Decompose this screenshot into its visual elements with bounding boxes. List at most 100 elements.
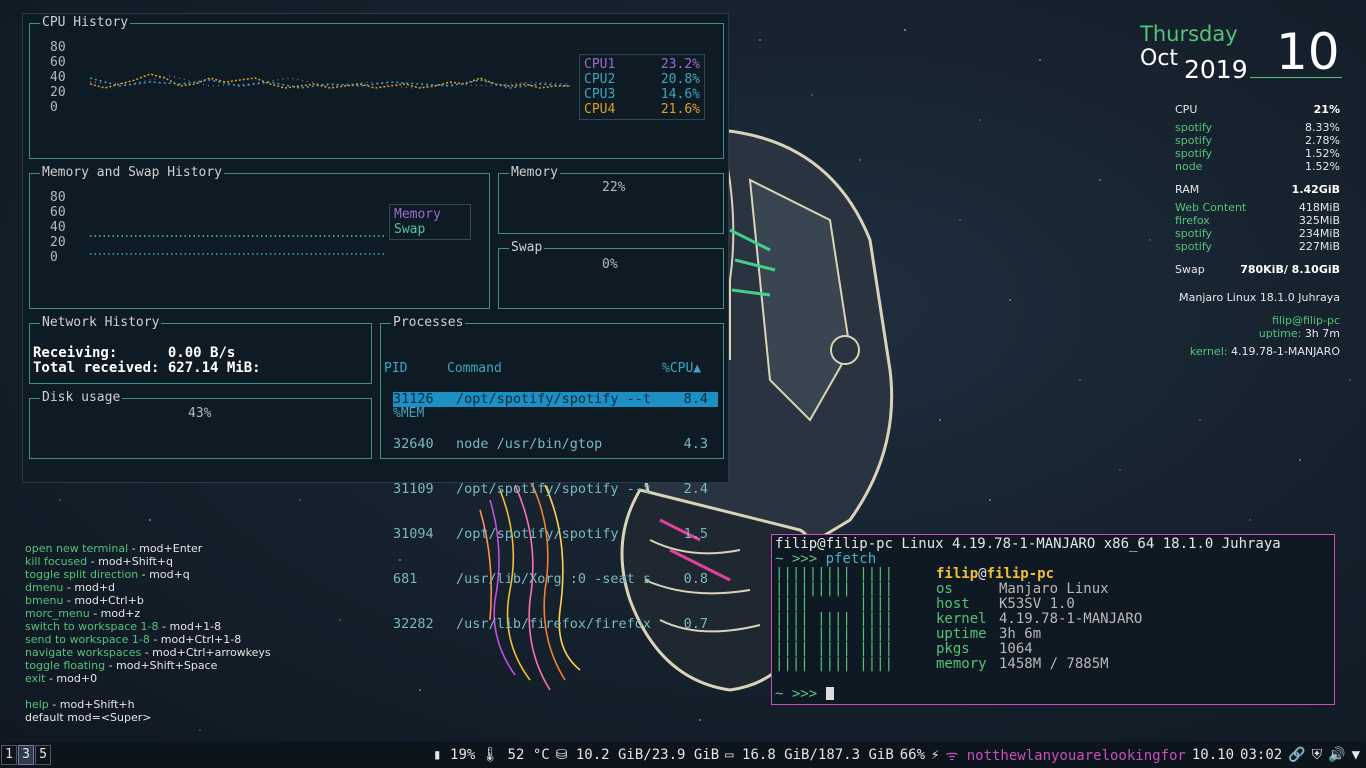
total-received-label: Total received: — [33, 360, 160, 376]
workspace-button-active[interactable]: 3 — [18, 745, 34, 765]
help-line: send to workspace 1-8 - mod+Ctrl+1-8 — [25, 633, 242, 646]
help-line: morc_menu - mod+z — [25, 607, 141, 620]
help-line: exit - mod+0 — [25, 672, 98, 685]
process-row[interactable]: 31094/opt/spotify/spotify 1.5 — [393, 527, 718, 542]
conky-cpu-row: CPU 21% — [1175, 103, 1340, 116]
pfetch-output: ||||||||| |||| ||||||||| |||| |||| |||| … — [775, 567, 1331, 672]
conky-user-host: filip@filip-pc — [1271, 314, 1340, 327]
speaker-icon[interactable]: 🔊 — [1328, 747, 1345, 763]
memory-swap-history-panel: Memory and Swap History 80 60 40 20 0 Memory… — [29, 165, 490, 309]
conky-swap-row: Swap 780KiB/ 8.10GiB — [1175, 263, 1340, 276]
pfetch-user-host: filip@filip-pc — [936, 566, 1055, 582]
conky-cpu-proc: spotify 2.78% — [1175, 134, 1340, 147]
gtop-window[interactable]: CPU History 80 60 40 20 0 CPU1 23.2% CPU2 20.8… — [22, 13, 729, 632]
conky-year: 2019 — [1184, 55, 1248, 84]
swap-title: Swap — [509, 240, 545, 256]
cpu1-legend: CPU1 23.2% — [584, 57, 700, 72]
terminal-cursor — [825, 687, 834, 700]
conky-kernel: kernel: 4.19.78-1-MANJARO — [1189, 345, 1340, 358]
help-line: help - mod+Shift+h — [25, 698, 135, 711]
network-title: Network History — [40, 315, 162, 331]
power-icon[interactable]: ⚡ — [931, 747, 939, 763]
memory-panel: Memory 22% — [498, 165, 724, 234]
disk-icon: ▭ — [725, 747, 734, 763]
shield-icon[interactable]: ⛨ — [1312, 747, 1323, 763]
disk-percent: 43% — [188, 406, 212, 421]
receiving-value: 0.00 B/s — [167, 345, 236, 361]
conky-cpu-proc: node 1.52% — [1175, 160, 1340, 173]
memory-icon: ⛁ — [555, 747, 568, 763]
terminal-window[interactable]: filip@filip-pc Linux 4.19.78-1-MANJARO x… — [771, 534, 1335, 705]
terminal-command-line: ~ >>> pfetch — [775, 551, 877, 567]
memory-legend: Memory — [394, 207, 441, 222]
workspace-button[interactable]: 5 — [35, 745, 51, 765]
process-list[interactable]: 31126/opt/spotify/spotify --t 8.4 32640 no… — [393, 362, 718, 662]
cpu4-legend: CPU4 21.6% — [584, 102, 700, 117]
process-row[interactable]: 31126/opt/spotify/spotify --t 8.4 — [393, 392, 718, 407]
pfetch-logo: ||||||||| |||| ||||||||| |||| |||| |||| … — [775, 566, 894, 672]
conky-month: Oct — [1140, 46, 1179, 71]
temperature-status: 🌡 52 °C — [481, 747, 550, 763]
swap-legend: Swap — [394, 222, 426, 237]
time-status: 03:02 — [1240, 747, 1283, 763]
conky-date-underline — [1250, 77, 1342, 78]
process-row[interactable]: 32640 node /usr/bin/gtop 4.3 — [393, 437, 718, 452]
terminal-prompt[interactable]: ~ >>> — [775, 687, 1331, 702]
swap-panel: Swap 0% — [498, 240, 724, 309]
process-row[interactable]: 32282/usr/lib/firefox/firefox 0.7 — [393, 617, 718, 632]
help-line: bmenu - mod+Ctrl+b — [25, 594, 144, 607]
cpu-axis: 80 60 40 20 0 — [50, 40, 66, 115]
help-spacer — [25, 685, 271, 698]
wifi-tray-icon[interactable]: ▼ — [1352, 747, 1360, 763]
help-line: toggle split direction - mod+q — [25, 568, 190, 581]
help-line: open new terminal - mod+Enter — [25, 542, 203, 555]
total-received-value: 627.14 MiB: — [167, 360, 261, 376]
cpu3-legend: CPU3 14.6% — [584, 87, 700, 102]
terminal-header: filip@filip-pc Linux 4.19.78-1-MANJARO x… — [775, 536, 1281, 552]
cpu-history-panel: CPU History 80 60 40 20 0 CPU1 23.2% CPU2 20.8… — [29, 15, 724, 159]
memswap-axis: 80 60 40 20 0 — [50, 190, 66, 265]
swap-percent: 0% — [602, 257, 618, 272]
conky-date: 10 — [1276, 23, 1340, 81]
volume-status[interactable]: 66% — [900, 747, 925, 763]
memory-swap-title: Memory and Swap History — [40, 165, 225, 181]
conky-ram-proc: Web Content 418MiB — [1175, 201, 1340, 214]
help-line: toggle floating - mod+Shift+Space — [25, 659, 218, 672]
help-line: kill focused - mod+Shift+q — [25, 555, 173, 568]
memswap-sparkline — [90, 235, 385, 255]
process-row[interactable]: 681/usr/lib/Xorg :0 -seat s 0.8 — [393, 572, 718, 587]
conky-ram-row: RAM 1.42GiB — [1175, 183, 1340, 196]
conky-ram-proc: spotify 234MiB — [1175, 227, 1340, 240]
thermometer-icon: 🌡 — [481, 747, 500, 763]
conky-distro: Manjaro Linux 18.1.0 Juhraya — [1179, 291, 1340, 304]
help-line: dmenu - mod+d — [25, 581, 116, 594]
disk-usage-panel: Disk usage 43% — [29, 390, 372, 459]
status-bar: 1 3 5 ▮ 19% 🌡 52 °C ⛁ 10.2 GiB/23.9 GiB … — [0, 742, 1366, 768]
memswap-legend: Memory Swap — [389, 204, 471, 240]
help-line: switch to workspace 1-8 - mod+1-8 — [25, 620, 222, 633]
network-stats: Receiving: 0.00 B/s Total received: 627.… — [33, 346, 261, 376]
process-row[interactable]: 31109/opt/spotify/spotify --t 2.4 — [393, 482, 718, 497]
help-line: navigate workspaces - mod+Ctrl+arrowkeys — [25, 646, 271, 659]
processes-panel[interactable]: Processes PID Command %CPU▲ %MEM 31126/opt… — [380, 315, 724, 632]
memory-status: ⛁ 10.2 GiB/23.9 GiB — [555, 747, 720, 763]
workspace-button[interactable]: 1 — [1, 745, 17, 765]
cpu-sparkline — [90, 73, 571, 89]
conky-ram-proc: spotify 227MiB — [1175, 240, 1340, 253]
battery-status: ▮ 19% — [433, 747, 476, 763]
receiving-label: Receiving: — [33, 345, 118, 361]
battery-icon: ▮ — [433, 747, 442, 763]
disk-status: ▭ 16.8 GiB/187.3 GiB — [725, 747, 894, 763]
help-line: default mod=<Super> — [25, 711, 152, 724]
conky-cpu-proc: spotify 1.52% — [1175, 147, 1340, 160]
date-status: 10.10 — [1191, 747, 1235, 763]
network-history-panel: Network History Receiving: 0.00 B/s Tota… — [29, 315, 372, 384]
cpu-legend: CPU1 23.2% CPU2 20.8% CPU3 14.6% CPU4 21.6% — [579, 54, 705, 120]
cpu-history-title: CPU History — [40, 15, 131, 31]
link-icon[interactable]: 🔗 — [1288, 747, 1305, 763]
wifi-icon: ᯤ — [945, 747, 959, 764]
conky-ram-proc: firefox 325MiB — [1175, 214, 1340, 227]
pfetch-info: filip@filip-pc os Manjaro Linux host K53SV… — [936, 566, 1143, 672]
disk-title: Disk usage — [40, 390, 123, 406]
wifi-status[interactable]: ᯤ notthewlanyouarelookingfor — [945, 746, 1185, 765]
